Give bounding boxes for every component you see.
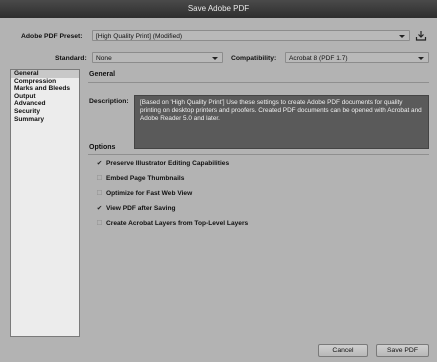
- compatibility-label: Compatibility:: [231, 55, 277, 62]
- options-title: Options: [89, 144, 116, 151]
- preset-value: [High Quality Print] (Modified): [96, 33, 183, 40]
- option-acrobat-layers[interactable]: ☐ Create Acrobat Layers from Top-Level La…: [96, 219, 249, 227]
- sidebar-item-compression[interactable]: Compression: [11, 78, 79, 86]
- window-title: Save Adobe PDF: [0, 0, 437, 19]
- option-preserve-editing[interactable]: ✔ Preserve Illustrator Editing Capabiliti…: [96, 159, 229, 167]
- preset-dropdown[interactable]: [High Quality Print] (Modified): [92, 30, 410, 41]
- sidebar-item-marks-and-bleeds[interactable]: Marks and Bleeds: [11, 85, 79, 93]
- checkbox-unchecked-icon[interactable]: ☐: [96, 174, 103, 182]
- chevron-down-icon: [212, 57, 218, 60]
- standard-value: None: [96, 55, 112, 62]
- option-label: Create Acrobat Layers from Top-Level Lay…: [106, 220, 249, 227]
- sidebar-item-output[interactable]: Output: [11, 93, 79, 101]
- chevron-down-icon: [399, 35, 405, 38]
- sidebar-item-security[interactable]: Security: [11, 108, 79, 116]
- divider: [88, 82, 429, 83]
- description-label: Description:: [89, 98, 129, 105]
- category-list[interactable]: General Compression Marks and Bleeds Out…: [10, 69, 80, 337]
- standard-dropdown[interactable]: None: [92, 52, 223, 63]
- checkbox-unchecked-icon[interactable]: ☐: [96, 189, 103, 197]
- divider: [88, 154, 429, 155]
- option-embed-thumbnails[interactable]: ☐ Embed Page Thumbnails: [96, 174, 185, 182]
- save-preset-icon[interactable]: [415, 30, 427, 41]
- option-view-after-saving[interactable]: ✔ View PDF after Saving: [96, 204, 176, 212]
- description-text: [Based on 'High Quality Print'] Use thes…: [134, 95, 429, 149]
- standard-label: Standard:: [55, 55, 87, 62]
- option-fast-web-view[interactable]: ☐ Optimize for Fast Web View: [96, 189, 193, 197]
- checkbox-unchecked-icon[interactable]: ☐: [96, 219, 103, 227]
- preset-label: Adobe PDF Preset:: [21, 33, 83, 40]
- save-pdf-button[interactable]: Save PDF: [376, 344, 429, 357]
- option-label: Preserve Illustrator Editing Capabilitie…: [106, 160, 230, 167]
- sidebar-item-summary[interactable]: Summary: [11, 116, 79, 124]
- sidebar-item-general[interactable]: General: [11, 70, 79, 78]
- option-label: Embed Page Thumbnails: [106, 175, 185, 182]
- cancel-button[interactable]: Cancel: [318, 344, 368, 357]
- compatibility-value: Acrobat 8 (PDF 1.7): [289, 55, 348, 62]
- sidebar-item-advanced[interactable]: Advanced: [11, 100, 79, 108]
- chevron-down-icon: [418, 57, 424, 60]
- option-label: Optimize for Fast Web View: [106, 190, 193, 197]
- checkbox-checked-icon[interactable]: ✔: [96, 159, 103, 167]
- checkbox-checked-icon[interactable]: ✔: [96, 204, 103, 212]
- option-label: View PDF after Saving: [106, 205, 176, 212]
- compatibility-dropdown[interactable]: Acrobat 8 (PDF 1.7): [285, 52, 429, 63]
- section-title: General: [89, 71, 116, 78]
